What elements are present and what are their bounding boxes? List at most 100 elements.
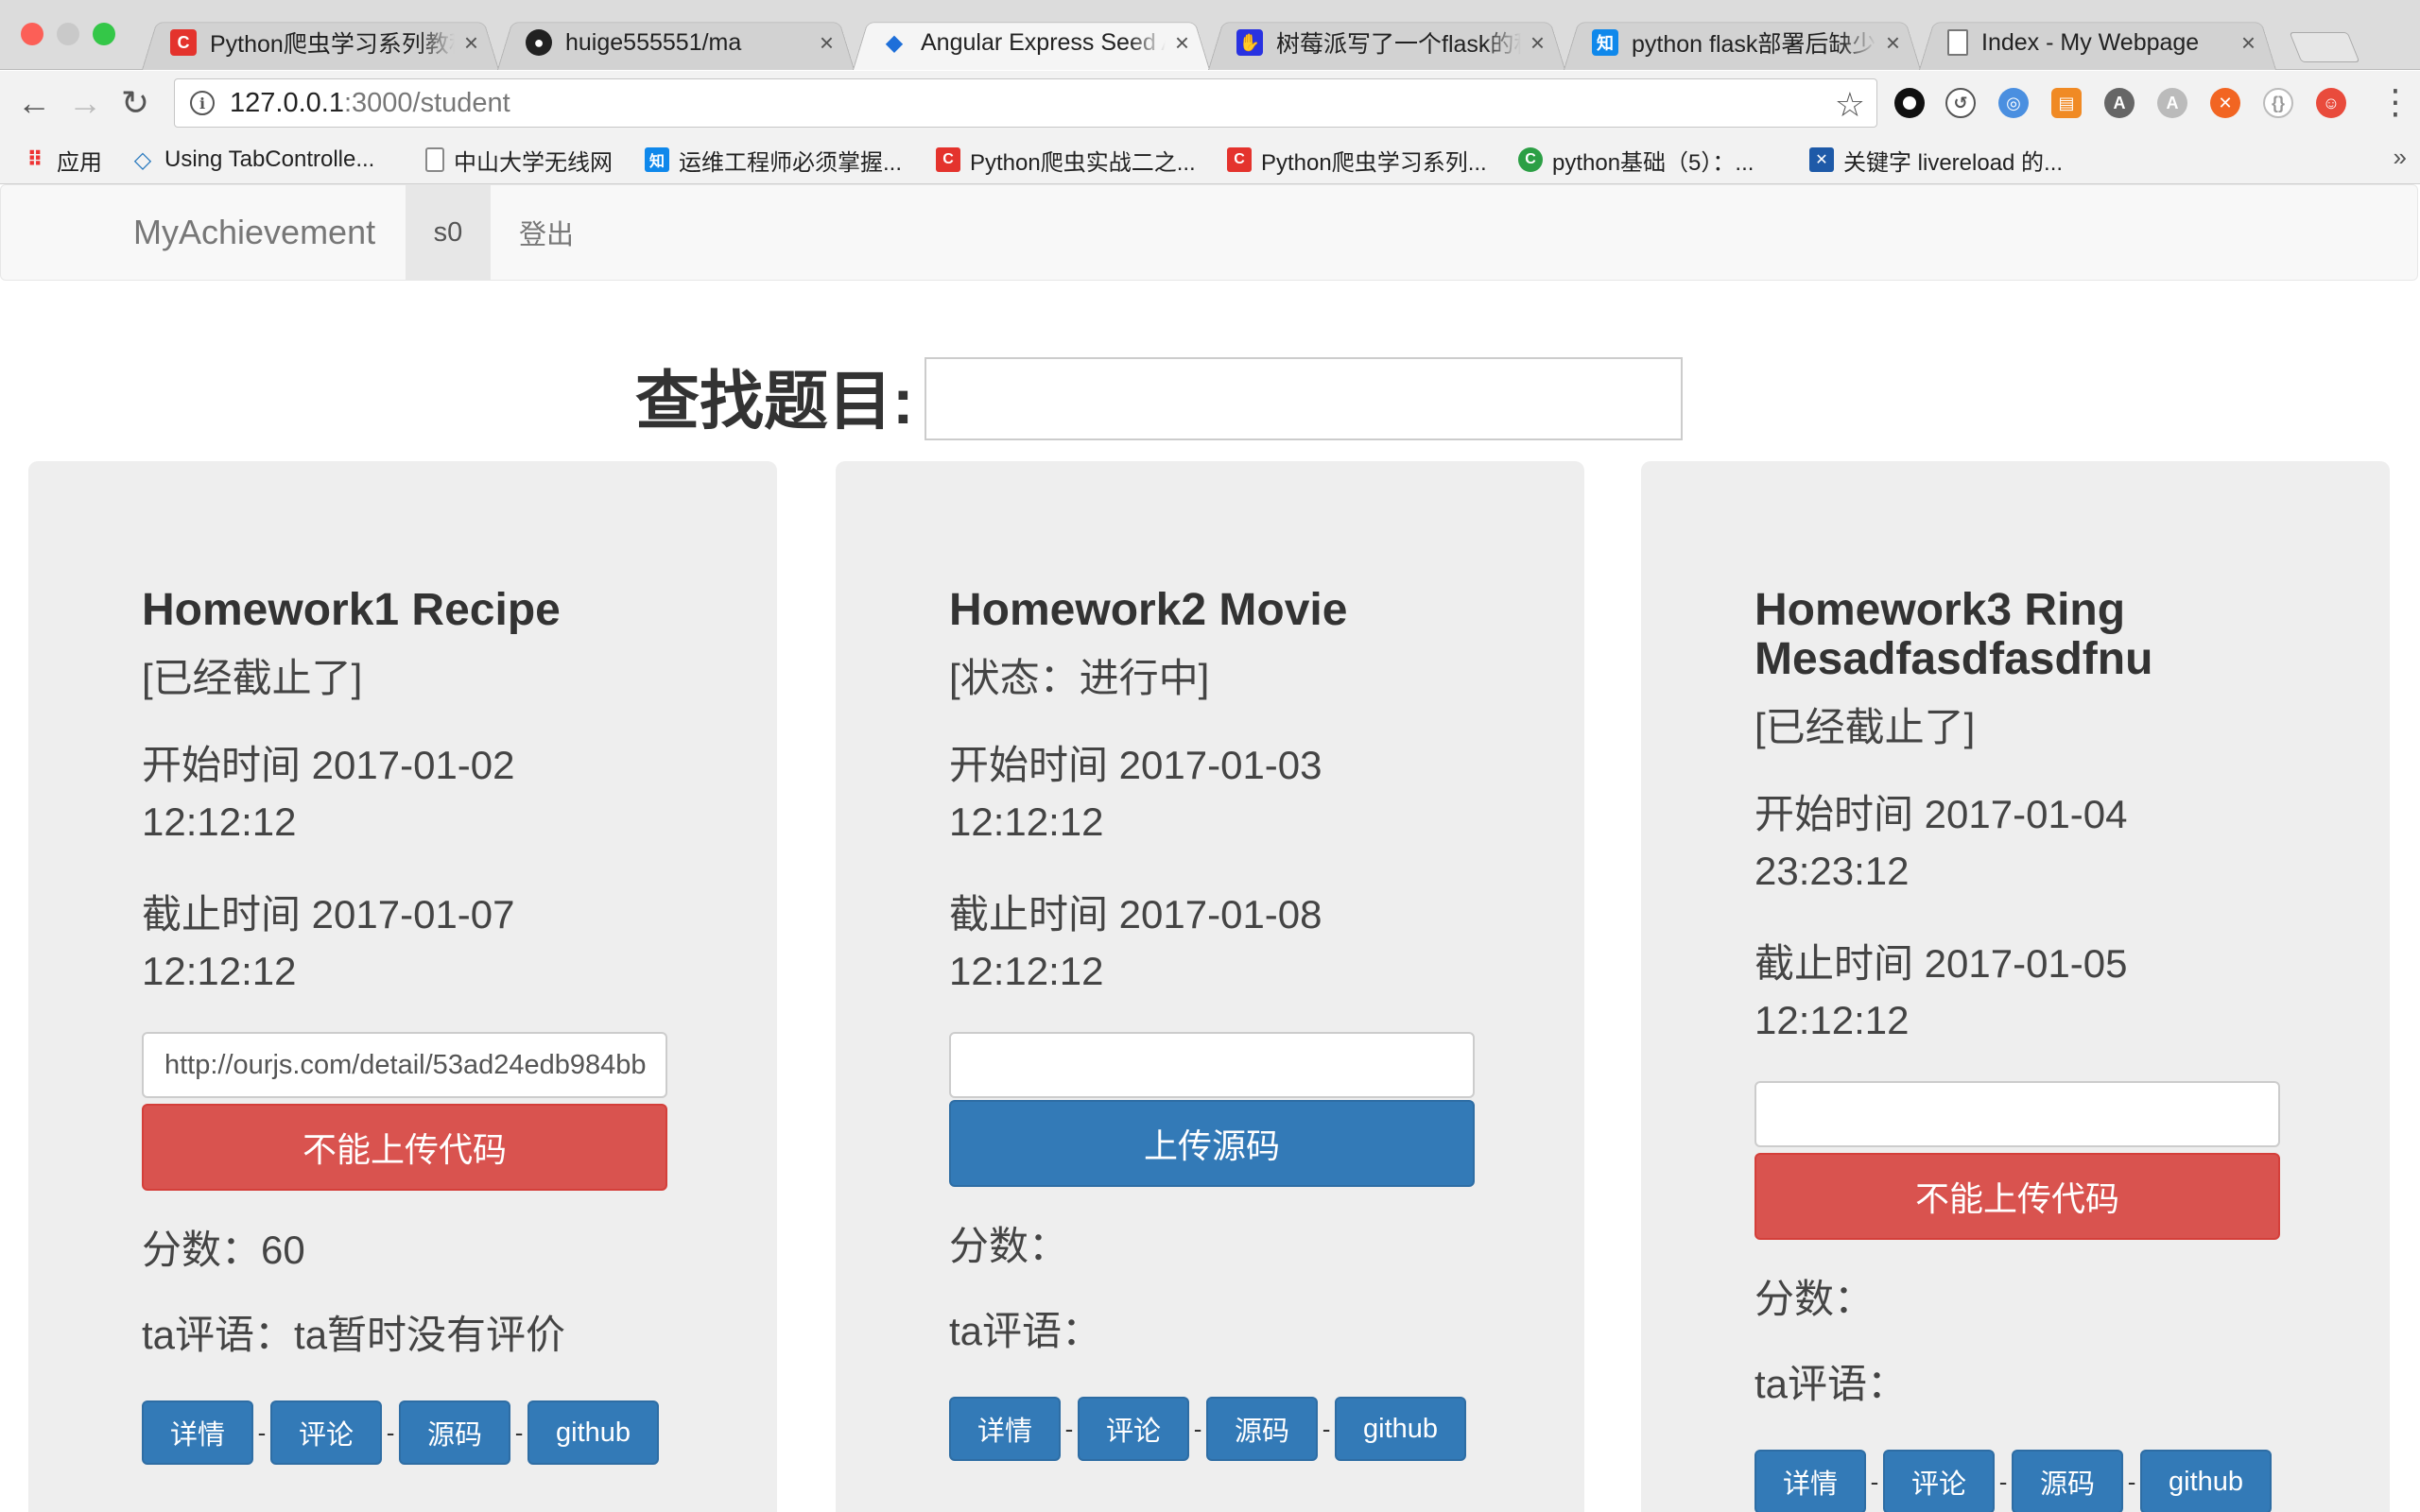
end-time: 截止时间 2017-01-07 12:12:12 xyxy=(142,892,515,993)
ta-comment-text: ta评语： xyxy=(1754,1362,1908,1406)
github-button[interactable]: github xyxy=(527,1400,660,1465)
tab-close-icon[interactable]: × xyxy=(464,28,478,58)
angular-seed-icon: ◆ xyxy=(885,29,904,56)
back-arrow-icon[interactable]: ← xyxy=(17,84,51,122)
code-url-input[interactable] xyxy=(1754,1081,2280,1147)
csdn-icon: C xyxy=(1227,147,1252,172)
details-button[interactable]: 详情 xyxy=(1754,1450,1867,1512)
link-separator: - xyxy=(1998,1467,2008,1496)
end-time: 截止时间 2017-01-08 12:12:12 xyxy=(949,892,1322,993)
details-button[interactable]: 详情 xyxy=(949,1397,1062,1461)
bookmark-label: Python爬虫学习系列... xyxy=(1261,149,1487,176)
bookmark-python-basics[interactable]: C python基础（5）：... xyxy=(1518,143,1754,177)
start-time: 开始时间 2017-01-02 12:12:12 xyxy=(142,743,515,844)
baidu-icon: ✋ xyxy=(1236,29,1263,56)
extension-angular-gray-icon[interactable]: A xyxy=(2157,88,2187,118)
browser-menu-icon[interactable]: ⋮ xyxy=(2378,82,2412,122)
upload-code-button[interactable]: 上传源码 xyxy=(949,1100,1475,1187)
start-time: 开始时间 2017-01-03 12:12:12 xyxy=(949,743,1322,844)
nav-user[interactable]: s0 xyxy=(406,185,491,280)
homework-card: Homework2 Movie [状态：进行中] 开始时间 2017-01-03… xyxy=(836,461,1584,1512)
bookmark-label: Python爬虫实战二之... xyxy=(970,149,1196,176)
upload-code-button[interactable]: 不能上传代码 xyxy=(1754,1153,2280,1240)
window-minimize-button[interactable] xyxy=(57,23,79,45)
comments-button[interactable]: 评论 xyxy=(1078,1397,1190,1461)
extension-orange-circle-icon[interactable]: ✕ xyxy=(2210,88,2240,118)
homework-title: Homework2 Movie xyxy=(949,585,1348,635)
window-zoom-button[interactable] xyxy=(93,23,115,45)
tab-close-icon[interactable]: × xyxy=(1530,28,1545,58)
browser-tab-4[interactable]: ✋ 树莓派写了一个flask的程 × xyxy=(1208,15,1565,70)
tab-close-icon[interactable]: × xyxy=(1175,28,1189,58)
address-bar[interactable]: i 127.0.0.1:3000/student ☆ xyxy=(174,78,1877,128)
bookmark-label: Using TabControlle... xyxy=(164,146,375,172)
code-url-input[interactable] xyxy=(949,1032,1475,1098)
tab-close-icon[interactable]: × xyxy=(1886,28,1900,58)
homework-title: Homework3 Ring Mesadfasdfasdfnu xyxy=(1754,585,2153,684)
github-button[interactable]: github xyxy=(1335,1397,1467,1461)
bookmark-label: 运维工程师必须掌握... xyxy=(679,149,903,176)
browser-tab-5[interactable]: 知 python flask部署后缺少 × xyxy=(1564,15,1921,70)
bookmark-star-icon[interactable]: ☆ xyxy=(1835,85,1865,125)
score-text: 分数： xyxy=(1754,1277,1875,1321)
details-button[interactable]: 详情 xyxy=(142,1400,254,1465)
extension-braces-icon[interactable]: {} xyxy=(2263,88,2293,118)
homework-title: Homework1 Recipe xyxy=(142,585,561,635)
nav-logout-link[interactable]: 登出 xyxy=(519,185,574,280)
bookmark-apps[interactable]: ⠿ 应用 xyxy=(23,143,102,177)
search-input[interactable] xyxy=(925,357,1683,440)
link-separator: - xyxy=(257,1418,267,1447)
source-button[interactable]: 源码 xyxy=(1206,1397,1319,1461)
homework-status: [已经截止了] xyxy=(142,656,363,700)
reload-icon[interactable]: ↻ xyxy=(121,84,149,122)
browser-tab-2[interactable]: ● huige555551/ma × xyxy=(497,15,855,70)
extension-santa-icon[interactable]: ☺ xyxy=(2316,88,2346,118)
x-logo-icon: ✕ xyxy=(1809,147,1834,172)
tab-close-icon[interactable]: × xyxy=(2241,28,2256,58)
page-icon xyxy=(425,147,444,172)
forward-arrow-icon[interactable]: → xyxy=(68,84,102,122)
github-button[interactable]: github xyxy=(2140,1450,2273,1512)
window-close-button[interactable] xyxy=(21,23,43,45)
bookmark-tabcontroller[interactable]: ◇ Using TabControlle... xyxy=(130,143,375,177)
extension-sync-icon[interactable]: ↺ xyxy=(1945,88,1976,118)
csdn-icon: C xyxy=(936,147,960,172)
bookmark-sysu-wifi[interactable]: 中山大学无线网 xyxy=(425,143,613,177)
info-icon[interactable]: i xyxy=(190,91,215,115)
bookmark-python-crawler-series[interactable]: C Python爬虫学习系列... xyxy=(1227,143,1487,177)
apps-grid-icon: ⠿ xyxy=(26,147,43,171)
browser-tab-6[interactable]: Index - My Webpage × xyxy=(1919,15,2276,70)
bookmark-label: 中山大学无线网 xyxy=(454,149,613,176)
extension-orange-icon[interactable]: ▤ xyxy=(2051,88,2082,118)
start-time: 开始时间 2017-01-04 23:23:12 xyxy=(1754,792,2128,893)
bookmark-livereload[interactable]: ✕ 关键字 livereload 的... xyxy=(1809,143,2063,177)
code-url-input[interactable]: http://ourjs.com/detail/53ad24edb984bb xyxy=(142,1032,667,1098)
homework-status: [状态：进行中] xyxy=(949,656,1210,700)
zhihu-icon: 知 xyxy=(1592,29,1618,56)
tab-close-icon[interactable]: × xyxy=(820,28,834,58)
csdn-icon: C xyxy=(170,29,197,56)
comments-button[interactable]: 评论 xyxy=(1883,1450,1996,1512)
new-tab-button[interactable] xyxy=(2289,32,2360,62)
url-text[interactable]: 127.0.0.1:3000/student xyxy=(230,88,510,119)
source-button[interactable]: 源码 xyxy=(2012,1450,2124,1512)
browser-tab-3[interactable]: ◆ Angular Express Seed A × xyxy=(853,15,1210,70)
homework-status: [已经截止了] xyxy=(1754,705,1976,749)
comments-button[interactable]: 评论 xyxy=(270,1400,383,1465)
link-separator: - xyxy=(2127,1467,2136,1496)
bookmarks-bar: ⠿ 应用 ◇ Using TabControlle... 中山大学无线网 知 运… xyxy=(0,135,2420,184)
extension-angular-icon[interactable]: A xyxy=(2104,88,2135,118)
search-label: 查找题目: xyxy=(635,366,914,438)
site-brand[interactable]: MyAchievement xyxy=(133,185,375,280)
bookmarks-overflow-icon[interactable]: » xyxy=(2394,143,2407,172)
browser-tab-1[interactable]: C Python爬虫学习系列教程 × xyxy=(142,15,499,70)
source-button[interactable]: 源码 xyxy=(399,1400,511,1465)
bookmark-ops-engineer[interactable]: 知 运维工程师必须掌握... xyxy=(645,143,902,177)
link-separator: - xyxy=(1322,1414,1331,1443)
upload-code-button[interactable]: 不能上传代码 xyxy=(142,1104,667,1191)
extension-globe-icon[interactable]: ◎ xyxy=(1998,88,2029,118)
bookmark-python-crawler-2[interactable]: C Python爬虫实战二之... xyxy=(936,143,1196,177)
homework-card: Homework1 Recipe [已经截止了] 开始时间 2017-01-02… xyxy=(28,461,777,1512)
bookmark-label: 应用 xyxy=(57,149,102,176)
extension-circle-icon[interactable] xyxy=(1894,88,1925,118)
